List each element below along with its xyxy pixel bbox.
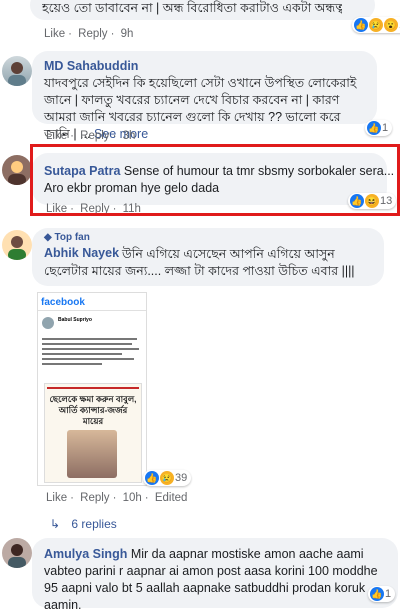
avatar[interactable] xyxy=(2,538,32,568)
profile-thumbnail xyxy=(42,317,54,329)
top-fan-badge: ◆ Top fan xyxy=(44,232,90,243)
commenter-name[interactable]: MD Sahabuddin xyxy=(44,59,138,73)
divider xyxy=(38,310,146,311)
like-reaction-icon: 👍 xyxy=(354,18,368,32)
comment-text: Amulya Singh Mir da aapnar mostiske amon… xyxy=(44,546,390,614)
reaction-count-text: 1 xyxy=(382,122,389,134)
avatar[interactable] xyxy=(2,230,32,260)
like-link[interactable]: Like xyxy=(46,492,67,504)
clipping-photo xyxy=(67,430,117,478)
like-reaction-icon: 👍 xyxy=(145,471,159,485)
highlight-box xyxy=(30,144,400,216)
clipping-headline: ছেলেকে ক্ষমা করুন বাবুল, আর্তি ক্যান্সার… xyxy=(49,394,137,426)
embedded-screenshot[interactable]: facebook Babul Supriyo ছেলেকে ক্ষমা করুন… xyxy=(37,292,147,486)
comment-time[interactable]: 9h xyxy=(121,28,134,40)
reaction-count[interactable]: 👍 😢 39 xyxy=(143,470,192,486)
like-reaction-icon: 👍 xyxy=(367,121,381,135)
reaction-count[interactable]: 👍 😢 😮 10 xyxy=(352,17,400,33)
comment-bubble: হয়েও তো ডাবাবেন না | অন্ধ বিরোধিতা করাট… xyxy=(30,0,375,20)
comment-time[interactable]: 10h xyxy=(123,492,142,504)
avatar[interactable] xyxy=(2,56,32,86)
comment-bubble: MD Sahabuddin যাদবপুরে সেইদিন কি হয়েছিল… xyxy=(32,51,377,141)
like-link[interactable]: Like xyxy=(44,28,65,40)
reaction-count-text: 1 xyxy=(385,588,392,600)
reaction-count[interactable]: 👍 1 xyxy=(365,120,393,136)
reply-link[interactable]: Reply xyxy=(78,28,107,40)
person-avatar-icon xyxy=(8,62,26,86)
comment-text: হয়েও তো ডাবাবেন না | অন্ধ বিরোধিতা করাট… xyxy=(42,1,342,15)
wow-reaction-icon: 😮 xyxy=(384,18,398,32)
avatar[interactable] xyxy=(2,155,32,185)
comment-bubble: ◆ Top fan Abhik Nayek উনি এগিয়ে এসেছেন … xyxy=(32,228,384,286)
sad-reaction-icon: 😢 xyxy=(369,18,383,32)
edited-label[interactable]: Edited xyxy=(155,492,188,504)
view-replies-link[interactable]: ↳ 6 replies xyxy=(50,517,117,531)
comment-time[interactable]: 3h xyxy=(123,130,136,142)
reply-arrow-icon: ↳ xyxy=(50,517,61,531)
comment-text: উনি এগিয়ে এসেছেন আপনি এগিয়ে আসুন ছেলেট… xyxy=(44,247,355,278)
reply-link[interactable]: Reply xyxy=(80,130,109,142)
sad-reaction-icon: 😢 xyxy=(160,471,174,485)
person-avatar-icon xyxy=(8,161,26,185)
news-clipping: ছেলেকে ক্ষমা করুন বাবুল, আর্তি ক্যান্সার… xyxy=(44,383,142,483)
person-avatar-icon xyxy=(8,236,26,260)
diamond-icon: ◆ xyxy=(44,232,52,243)
commenter-name[interactable]: Amulya Singh xyxy=(44,547,127,561)
person-avatar-icon xyxy=(8,544,26,568)
facebook-logo: facebook xyxy=(41,297,85,308)
comment-bubble: Amulya Singh Mir da aapnar mostiske amon… xyxy=(32,538,398,612)
reaction-count-text: 39 xyxy=(175,472,188,484)
comment-actions: Like · Reply · 3h xyxy=(46,130,136,142)
comment-actions: Like · Reply · 10h · Edited xyxy=(46,492,188,504)
reply-link[interactable]: Reply xyxy=(80,492,109,504)
profile-name: Babul Supriyo xyxy=(58,317,92,323)
like-link[interactable]: Like xyxy=(46,130,67,142)
comment-actions: Like · Reply · 9h xyxy=(44,28,134,40)
post-text-lines xyxy=(42,335,142,368)
like-reaction-icon: 👍 xyxy=(370,587,384,601)
